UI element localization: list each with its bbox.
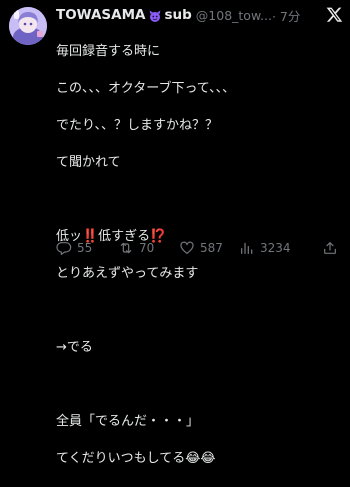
purple-devil-horns-icon xyxy=(148,8,162,22)
tweet-line: 全員「でるんだ・・・」 xyxy=(56,413,200,429)
avatar-image xyxy=(9,7,47,45)
like-count: 587 xyxy=(200,241,223,255)
avatar[interactable] xyxy=(9,7,47,45)
author-handle[interactable]: @108_tow... xyxy=(196,8,272,23)
retweet-count: 70 xyxy=(139,241,155,255)
like-button[interactable]: 587 xyxy=(179,240,223,256)
author-name-suffix[interactable]: sub xyxy=(164,7,191,23)
share-icon xyxy=(324,242,336,254)
views-count: 3234 xyxy=(260,241,291,255)
tweet-line: て聞かれて xyxy=(56,154,121,170)
reply-button[interactable]: 55 xyxy=(56,240,92,256)
tweet-actions: 55 70 587 3234 xyxy=(56,238,346,258)
share-button[interactable] xyxy=(322,240,343,256)
tweet-line: でたり、、？しますかね？？ xyxy=(56,117,218,133)
tweet-card[interactable]: TOWASAMA sub @108_tow... · 7分 毎回録音する時に こ… xyxy=(0,0,350,466)
tweet-line: この、、、オクターブ下って、、、 xyxy=(56,80,236,96)
tweet-header: TOWASAMA sub @108_tow... · 7分 xyxy=(56,5,344,25)
retweet-button[interactable]: 70 xyxy=(118,240,154,256)
reply-count: 55 xyxy=(77,241,93,255)
author-display-name[interactable]: TOWASAMA xyxy=(56,7,145,23)
views-chart-icon xyxy=(241,242,253,254)
views-button[interactable]: 3234 xyxy=(239,240,291,256)
tweet-line: 毎回録音する時に xyxy=(56,43,161,59)
reply-icon xyxy=(56,242,72,255)
tweet-line: てくだりいつもしてる😂😂 xyxy=(56,450,216,466)
tweet-timestamp[interactable]: · 7分 xyxy=(272,6,300,25)
retweet-icon xyxy=(120,242,132,254)
x-logo-icon xyxy=(326,6,343,23)
tweet-line: とりあえずやってみます xyxy=(56,265,199,281)
tweet-line: →でる xyxy=(56,339,93,355)
heart-icon xyxy=(180,241,194,254)
